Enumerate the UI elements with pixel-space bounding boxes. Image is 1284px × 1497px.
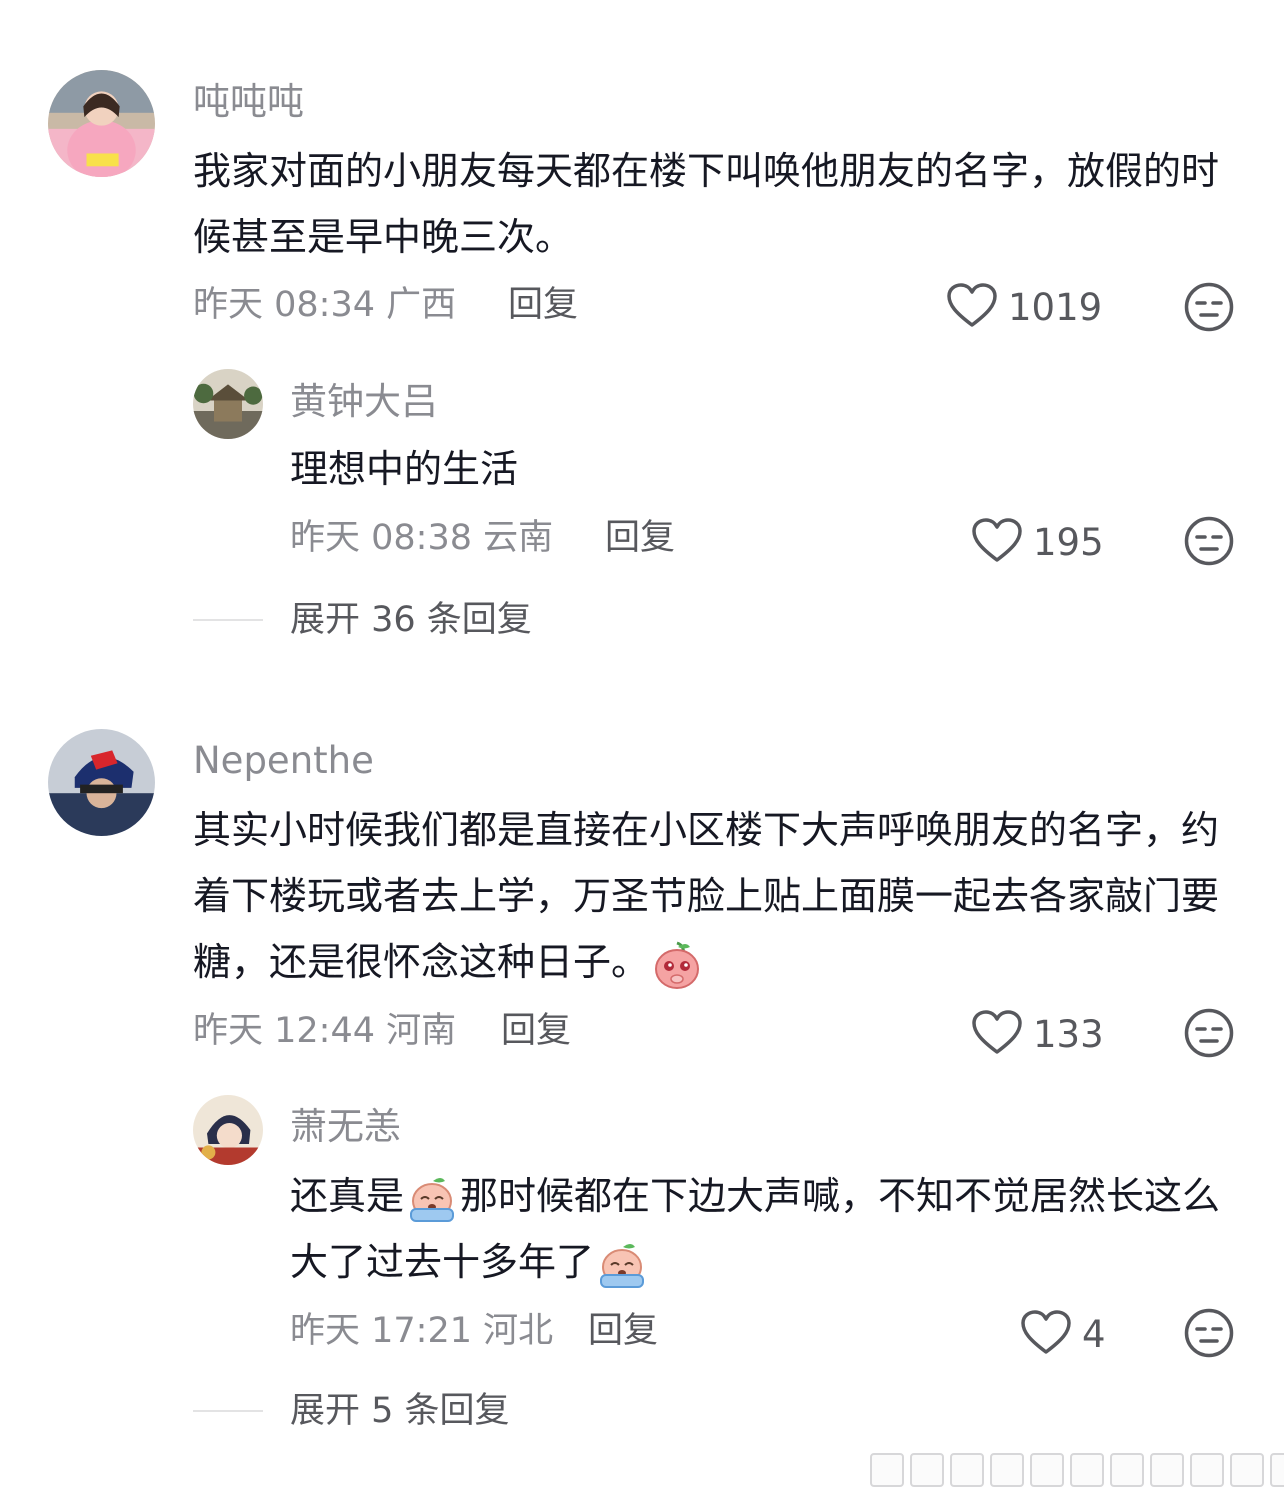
- comment-text: 其实小时候我们都是直接在小区楼下大声呼唤朋友的名字，约着下楼玩或者去上学，万圣节…: [193, 797, 1253, 995]
- reply-button[interactable]: 回复: [508, 283, 578, 327]
- like-button[interactable]: 1019: [946, 283, 1102, 333]
- crying-peach-emoji: [406, 1173, 458, 1225]
- reply-meta: 昨天 08:38 云南: [290, 518, 554, 558]
- reply-meta: 昨天 17:21 河北: [290, 1311, 554, 1351]
- reply-button[interactable]: 回复: [588, 1309, 658, 1353]
- comment-username[interactable]: 吨吨吨: [193, 80, 304, 124]
- reply-text: 还真是 那时候都在下边大声喊，不知不觉居然长这么大了过去十多年了: [290, 1163, 1250, 1295]
- expand-divider: [193, 619, 263, 621]
- watermark-decoration: [870, 1453, 1284, 1487]
- heart-outline-icon: [946, 283, 998, 333]
- comment-username[interactable]: Nepenthe: [193, 739, 374, 783]
- like-count: 4: [1082, 1313, 1106, 1356]
- comment-meta: 昨天 08:34 广西: [193, 285, 457, 325]
- like-button[interactable]: 195: [971, 518, 1104, 568]
- crying-peach-emoji: [596, 1239, 648, 1291]
- neutral-face-icon[interactable]: [1184, 516, 1234, 570]
- comment-meta: 昨天 12:44 河南: [193, 1011, 457, 1051]
- reply-text: 理想中的生活: [290, 447, 519, 491]
- expand-divider: [193, 1410, 263, 1412]
- avatar[interactable]: [193, 1095, 263, 1165]
- like-count: 195: [1033, 521, 1104, 564]
- comment-text: 我家对面的小朋友每天都在楼下叫唤他朋友的名字，放假的时候甚至是早中晚三次。: [193, 149, 1220, 259]
- comment-text-content: 其实小时候我们都是直接在小区楼下大声呼唤朋友的名字，约着下楼玩或者去上学，万圣节…: [193, 808, 1220, 984]
- reply-text-content: 还真是: [290, 1174, 405, 1218]
- heart-outline-icon: [971, 518, 1023, 568]
- heart-outline-icon: [971, 1010, 1023, 1060]
- like-count: 1019: [1008, 286, 1103, 329]
- reply-button[interactable]: 回复: [605, 516, 675, 560]
- avatar[interactable]: [193, 369, 263, 439]
- reply-button[interactable]: 回复: [501, 1009, 571, 1053]
- avatar[interactable]: [48, 729, 155, 836]
- reply-username[interactable]: 黄钟大吕: [290, 380, 438, 424]
- expand-replies-button[interactable]: 展开 5 条回复: [290, 1389, 510, 1433]
- like-button[interactable]: 133: [971, 1010, 1104, 1060]
- neutral-face-icon[interactable]: [1184, 282, 1234, 336]
- heart-outline-icon: [1020, 1310, 1072, 1360]
- reply-username[interactable]: 萧无恙: [290, 1105, 401, 1149]
- expand-replies-button[interactable]: 展开 36 条回复: [290, 598, 532, 642]
- like-count: 133: [1033, 1013, 1104, 1056]
- shy-peach-emoji: [651, 939, 703, 991]
- neutral-face-icon[interactable]: [1184, 1308, 1234, 1362]
- like-button[interactable]: 4: [1020, 1310, 1106, 1360]
- avatar[interactable]: [48, 70, 155, 177]
- neutral-face-icon[interactable]: [1184, 1008, 1234, 1062]
